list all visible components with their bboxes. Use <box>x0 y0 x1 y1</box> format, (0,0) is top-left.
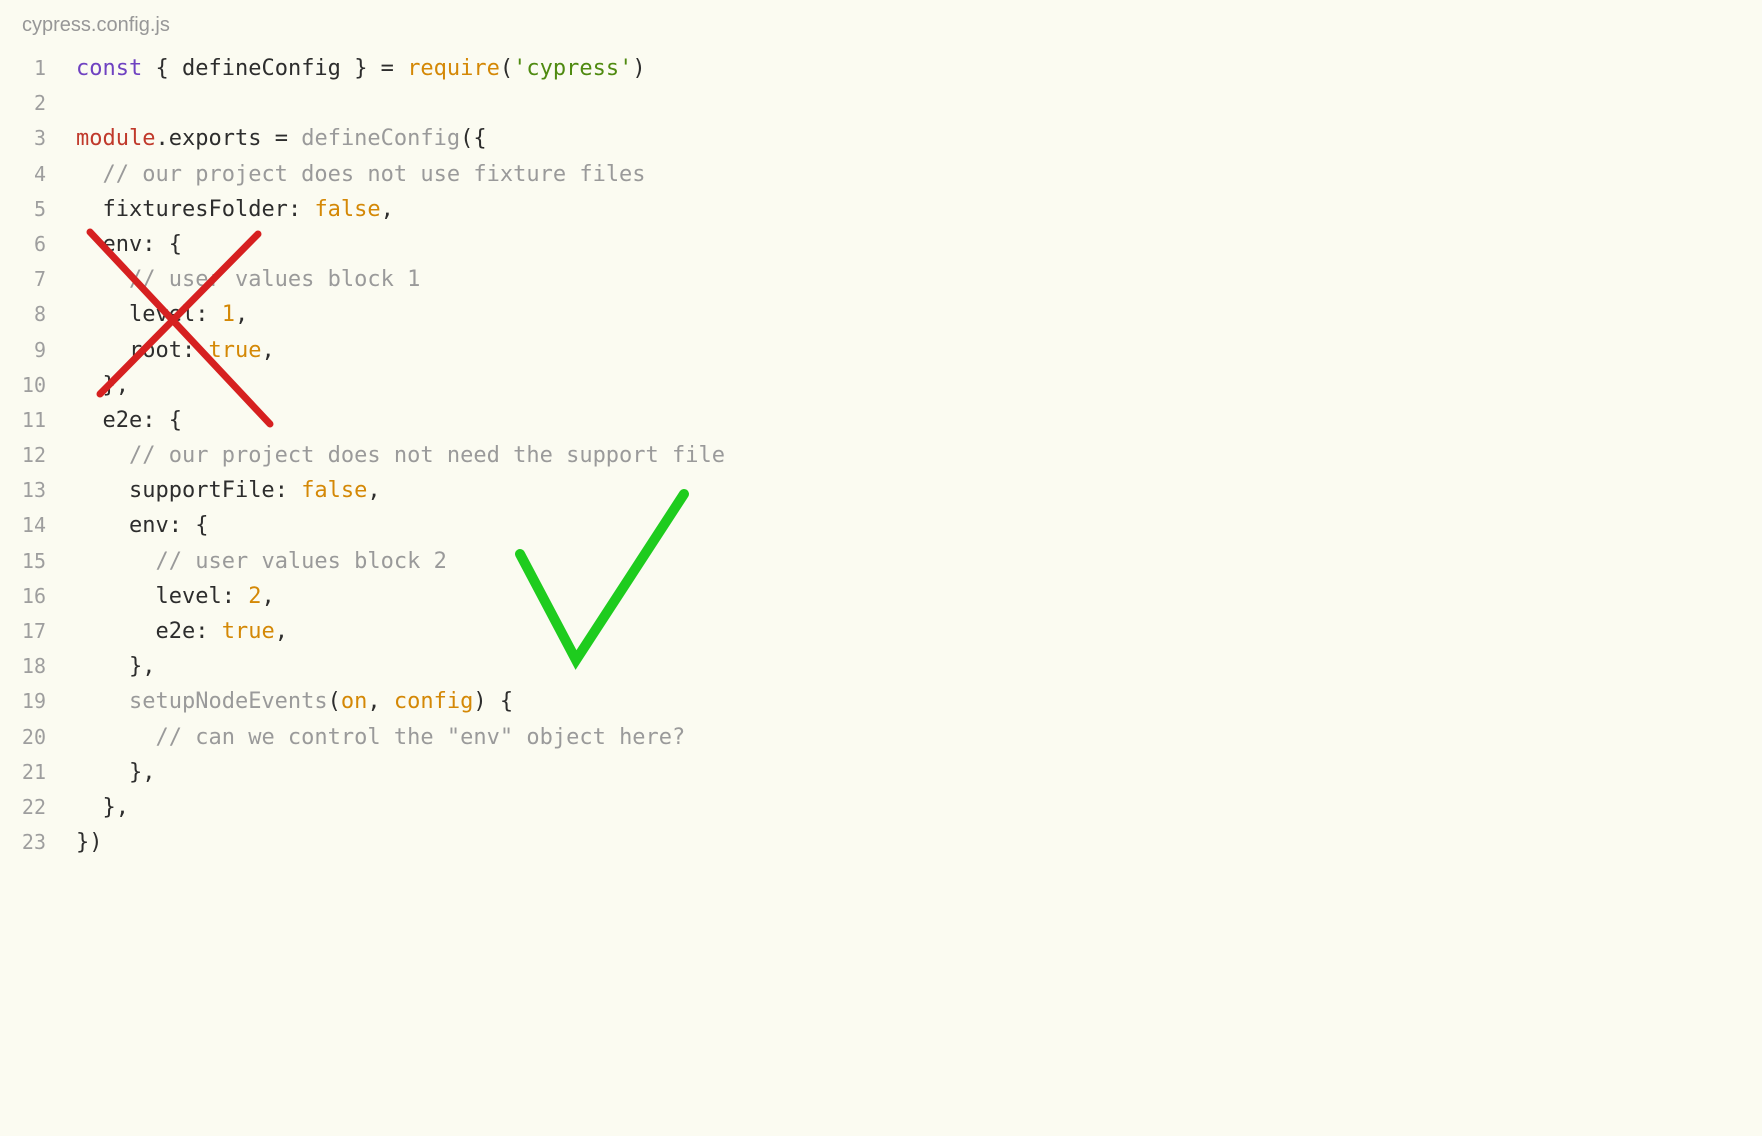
code-line: 15 // user values block 2 <box>0 544 1762 579</box>
code-line: 2 <box>0 86 1762 121</box>
comment: // user values block 1 <box>129 267 420 292</box>
line-number: 13 <box>0 474 76 506</box>
code-line: 9 root: true, <box>0 333 1762 368</box>
line-number: 10 <box>0 369 76 401</box>
code-content: root: true, <box>76 333 1762 368</box>
code-content: fixturesFolder: false, <box>76 192 1762 227</box>
code-line: 22 }, <box>0 790 1762 825</box>
keyword-const: const <box>76 56 142 81</box>
line-number: 19 <box>0 685 76 717</box>
code-content: // our project does not need the support… <box>76 438 1762 473</box>
code-content: }) <box>76 825 1762 860</box>
code-content: env: { <box>76 227 1762 262</box>
code-line: 8 level: 1, <box>0 297 1762 332</box>
string-literal: 'cypress' <box>513 56 632 81</box>
code-content: }, <box>76 790 1762 825</box>
comment: // our project does not use fixture file… <box>103 162 646 187</box>
code-block: 1 const { defineConfig } = require('cypr… <box>0 51 1762 860</box>
param-on: on <box>341 689 368 714</box>
code-content: module.exports = defineConfig({ <box>76 121 1762 156</box>
code-content: env: { <box>76 508 1762 543</box>
code-line: 14 env: { <box>0 508 1762 543</box>
code-content: e2e: true, <box>76 614 1762 649</box>
bool-true: true <box>222 619 275 644</box>
line-number: 21 <box>0 756 76 788</box>
code-content: e2e: { <box>76 403 1762 438</box>
code-content: }, <box>76 649 1762 684</box>
code-line: 11 e2e: { <box>0 403 1762 438</box>
code-block-container: cypress.config.js 1 const { defineConfig… <box>0 0 1762 890</box>
line-number: 1 <box>0 52 76 84</box>
line-number: 18 <box>0 650 76 682</box>
line-number: 2 <box>0 87 76 119</box>
line-number: 12 <box>0 439 76 471</box>
code-content: level: 1, <box>76 297 1762 332</box>
code-line: 12 // our project does not need the supp… <box>0 438 1762 473</box>
line-number: 3 <box>0 122 76 154</box>
code-content <box>76 86 1762 121</box>
comment: // can we control the "env" object here? <box>155 725 685 750</box>
code-content: setupNodeEvents(on, config) { <box>76 684 1762 719</box>
code-line: 19 setupNodeEvents(on, config) { <box>0 684 1762 719</box>
comment: // user values block 2 <box>155 549 446 574</box>
line-number: 16 <box>0 580 76 612</box>
code-line: 16 level: 2, <box>0 579 1762 614</box>
fn-defineConfig: defineConfig <box>301 126 460 151</box>
filename-label: cypress.config.js <box>0 10 1762 51</box>
line-number: 17 <box>0 615 76 647</box>
line-number: 11 <box>0 404 76 436</box>
bool-true: true <box>208 338 261 363</box>
code-content: const { defineConfig } = require('cypres… <box>76 51 1762 86</box>
line-number: 8 <box>0 298 76 330</box>
token-module: module <box>76 126 155 151</box>
code-line: 10 }, <box>0 368 1762 403</box>
line-number: 6 <box>0 228 76 260</box>
code-line: 3 module.exports = defineConfig({ <box>0 121 1762 156</box>
code-content: // user values block 1 <box>76 262 1762 297</box>
code-line: 23 }) <box>0 825 1762 860</box>
code-content: }, <box>76 368 1762 403</box>
bool-false: false <box>314 197 380 222</box>
line-number: 4 <box>0 158 76 190</box>
code-content: // can we control the "env" object here? <box>76 720 1762 755</box>
code-line: 17 e2e: true, <box>0 614 1762 649</box>
code-line: 21 }, <box>0 755 1762 790</box>
line-number: 20 <box>0 721 76 753</box>
fn-require: require <box>407 56 500 81</box>
code-content: level: 2, <box>76 579 1762 614</box>
line-number: 23 <box>0 826 76 858</box>
number-literal: 1 <box>222 302 235 327</box>
bool-false: false <box>301 478 367 503</box>
code-content: }, <box>76 755 1762 790</box>
code-content: // our project does not use fixture file… <box>76 157 1762 192</box>
code-line: 13 supportFile: false, <box>0 473 1762 508</box>
line-number: 9 <box>0 334 76 366</box>
line-number: 7 <box>0 263 76 295</box>
code-line: 7 // user values block 1 <box>0 262 1762 297</box>
code-line: 6 env: { <box>0 227 1762 262</box>
line-number: 22 <box>0 791 76 823</box>
line-number: 14 <box>0 509 76 541</box>
code-line: 18 }, <box>0 649 1762 684</box>
code-content: supportFile: false, <box>76 473 1762 508</box>
code-line: 4 // our project does not use fixture fi… <box>0 157 1762 192</box>
fn-setupNodeEvents: setupNodeEvents <box>129 689 328 714</box>
code-line: 20 // can we control the "env" object he… <box>0 720 1762 755</box>
code-content: // user values block 2 <box>76 544 1762 579</box>
line-number: 5 <box>0 193 76 225</box>
param-config: config <box>394 689 473 714</box>
number-literal: 2 <box>248 584 261 609</box>
code-line: 5 fixturesFolder: false, <box>0 192 1762 227</box>
comment: // our project does not need the support… <box>129 443 725 468</box>
code-line: 1 const { defineConfig } = require('cypr… <box>0 51 1762 86</box>
line-number: 15 <box>0 545 76 577</box>
